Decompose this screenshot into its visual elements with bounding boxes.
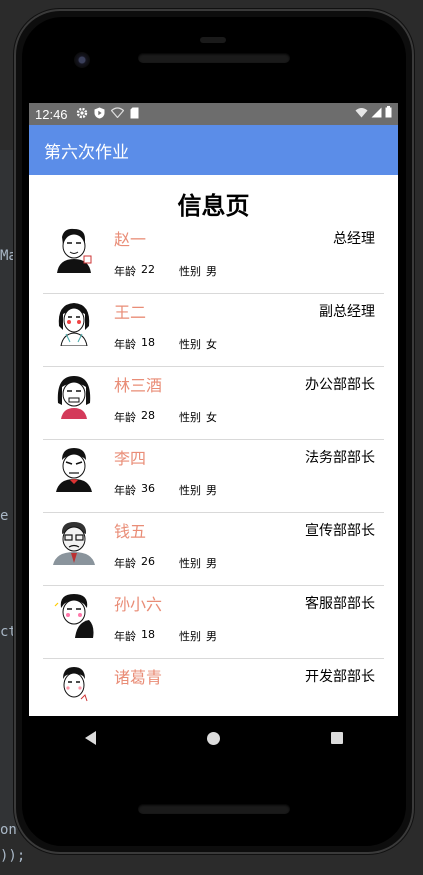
sex-value: 女 (206, 338, 217, 351)
employee-name: 赵一 (114, 230, 147, 249)
list-item[interactable]: 诸葛青 开发部部长 (43, 659, 384, 716)
sd-card-icon (130, 107, 139, 122)
top-speaker (138, 53, 290, 63)
avatar (63, 667, 88, 702)
sex-value: 男 (206, 265, 217, 278)
avatar (56, 448, 92, 492)
age-label: 年龄 (114, 630, 136, 643)
sex-value: 女 (206, 411, 217, 424)
device-screen: 12:46 第六次作业 信息页 赵一 总经理 年龄 22 性别 男 王二 副总经… (29, 103, 398, 716)
age-value: 36 (141, 482, 155, 495)
signal-icon (371, 107, 382, 122)
home-icon[interactable] (206, 731, 220, 745)
employee-name: 王二 (114, 303, 147, 322)
list-item[interactable]: 钱五 宣传部部长 年龄 26 性别 男 (43, 513, 384, 586)
sex-label: 性别 (179, 630, 201, 643)
employee-title: 开发部部长 (305, 669, 375, 685)
avatar (54, 594, 94, 638)
gear-icon (76, 107, 88, 122)
battery-icon (385, 106, 392, 122)
ide-code-fragment: on (0, 822, 17, 838)
status-bar: 12:46 (29, 103, 398, 125)
ide-code-fragment: e (0, 508, 9, 524)
employee-title: 总经理 (333, 231, 375, 247)
app-bar-title: 第六次作业 (44, 142, 129, 163)
avatar (57, 376, 91, 419)
sex-label: 性别 (179, 557, 201, 570)
sex-value: 男 (206, 630, 217, 643)
app-bar: 第六次作业 (29, 125, 398, 175)
recent-apps-icon[interactable] (330, 732, 343, 744)
ide-code-fragment: )); (0, 848, 26, 864)
employee-meta: 年龄 18 性别 女 (114, 336, 217, 352)
list-item[interactable]: 林三酒 办公部部长 年龄 28 性别 女 (43, 367, 384, 440)
page-title: 信息页 (177, 192, 250, 220)
employee-name: 李四 (114, 449, 147, 468)
avatar (58, 303, 90, 346)
avatar (53, 522, 95, 565)
age-label: 年龄 (114, 557, 136, 570)
employee-name: 诸葛青 (114, 668, 163, 687)
shield-play-icon (94, 107, 105, 122)
employee-name: 钱五 (114, 522, 147, 541)
list-item[interactable]: 李四 法务部部长 年龄 36 性别 男 (43, 440, 384, 513)
list-item[interactable]: 王二 副总经理 年龄 18 性别 女 (43, 294, 384, 367)
age-value: 18 (141, 336, 155, 349)
age-value: 18 (141, 628, 155, 641)
avatar (57, 228, 92, 273)
sex-label: 性别 (179, 338, 201, 351)
age-value: 28 (141, 409, 155, 422)
sex-label: 性别 (179, 265, 201, 278)
earpiece (200, 37, 226, 43)
age-label: 年龄 (114, 265, 136, 278)
employee-title: 副总经理 (319, 304, 375, 320)
sex-value: 男 (206, 484, 217, 497)
list-item[interactable]: 孙小六 客服部部长 年龄 18 性别 男 (43, 586, 384, 659)
sex-label: 性别 (179, 484, 201, 497)
age-label: 年龄 (114, 411, 136, 424)
bottom-speaker (138, 804, 290, 814)
navigation-bar (29, 716, 398, 760)
age-value: 22 (141, 263, 155, 276)
front-camera (74, 52, 90, 68)
wifi-icon (355, 107, 368, 122)
sex-value: 男 (206, 557, 217, 570)
employee-title: 客服部部长 (305, 596, 375, 612)
employee-title: 宣传部部长 (305, 523, 375, 539)
age-value: 26 (141, 555, 155, 568)
employee-name: 孙小六 (114, 595, 163, 614)
employee-title: 办公部部长 (305, 377, 375, 393)
status-time: 12:46 (35, 106, 68, 122)
employee-title: 法务部部长 (305, 450, 375, 466)
status-right-icons (355, 106, 392, 122)
sex-label: 性别 (179, 411, 201, 424)
age-label: 年龄 (114, 484, 136, 497)
employee-meta: 年龄 18 性别 男 (114, 628, 217, 644)
list-item[interactable]: 赵一 总经理 年龄 22 性别 男 (43, 221, 384, 294)
employee-meta: 年龄 36 性别 男 (114, 482, 217, 498)
employee-list[interactable]: 赵一 总经理 年龄 22 性别 男 王二 副总经理 年龄 18 性别 女 林三酒… (29, 221, 398, 716)
employee-meta: 年龄 28 性别 女 (114, 409, 217, 425)
back-icon[interactable] (84, 731, 96, 745)
employee-meta: 年龄 26 性别 男 (114, 555, 217, 571)
wifi-off-icon (110, 107, 124, 121)
employee-meta: 年龄 22 性别 男 (114, 263, 217, 279)
employee-name: 林三酒 (114, 376, 163, 395)
age-label: 年龄 (114, 338, 136, 351)
